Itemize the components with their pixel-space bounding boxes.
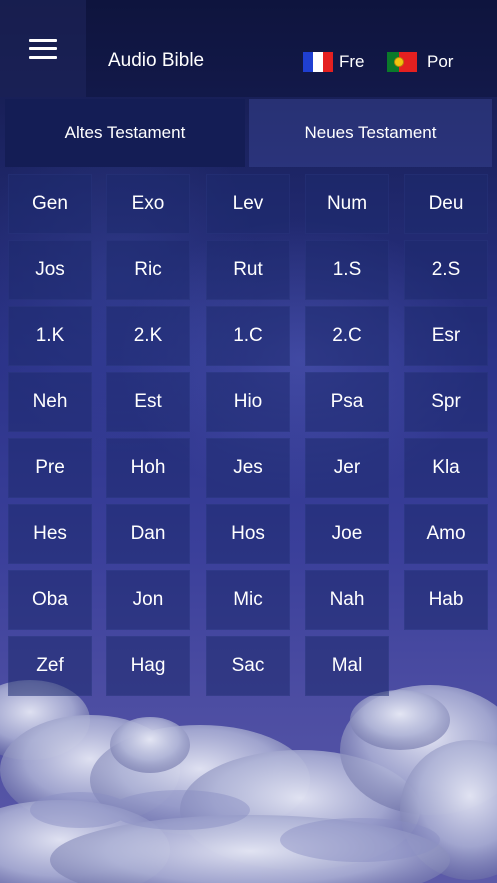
tab-old-testament[interactable]: Altes Testament	[5, 99, 245, 167]
book-button[interactable]: Rut	[206, 240, 290, 300]
book-button[interactable]: Esr	[404, 306, 488, 366]
book-button[interactable]: Jon	[106, 570, 190, 630]
book-button[interactable]: Hos	[206, 504, 290, 564]
book-button[interactable]: Hag	[106, 636, 190, 696]
book-button[interactable]: Hoh	[106, 438, 190, 498]
book-button[interactable]: Spr	[404, 372, 488, 432]
book-button[interactable]: Exo	[106, 174, 190, 234]
book-button[interactable]: Hio	[206, 372, 290, 432]
book-button[interactable]: Amo	[404, 504, 488, 564]
book-button[interactable]: Mal	[305, 636, 389, 696]
book-button[interactable]: Oba	[8, 570, 92, 630]
book-button[interactable]: Hab	[404, 570, 488, 630]
portugal-flag-icon	[387, 52, 417, 72]
language-label-portuguese: Por	[427, 52, 454, 71]
book-button[interactable]: Lev	[206, 174, 290, 234]
book-button[interactable]: Jes	[206, 438, 290, 498]
app-title: Audio Bible	[108, 50, 205, 71]
book-button[interactable]: Est	[106, 372, 190, 432]
book-button[interactable]: Zef	[8, 636, 92, 696]
book-button[interactable]: Neh	[8, 372, 92, 432]
book-button[interactable]: Ric	[106, 240, 190, 300]
france-flag-icon	[303, 52, 333, 72]
book-button[interactable]: Mic	[206, 570, 290, 630]
hamburger-menu-icon	[29, 38, 57, 59]
book-button[interactable]: Num	[305, 174, 389, 234]
book-button[interactable]: 1.S	[305, 240, 389, 300]
book-button[interactable]: 1.K	[8, 306, 92, 366]
book-button[interactable]: 2.S	[404, 240, 488, 300]
language-button-portuguese[interactable]: Por	[387, 52, 453, 72]
language-label-french: Fre	[339, 52, 365, 71]
book-button[interactable]: Joe	[305, 504, 389, 564]
header-bar: Audio Bible Fre Por	[0, 0, 497, 97]
book-button[interactable]: Jer	[305, 438, 389, 498]
book-button[interactable]: Deu	[404, 174, 488, 234]
book-button[interactable]: Pre	[8, 438, 92, 498]
book-button[interactable]: Psa	[305, 372, 389, 432]
tab-new-testament[interactable]: Neues Testament	[249, 99, 492, 167]
book-button[interactable]: Jos	[8, 240, 92, 300]
book-button[interactable]: 2.C	[305, 306, 389, 366]
book-button[interactable]: Hes	[8, 504, 92, 564]
menu-button[interactable]	[0, 0, 86, 97]
book-button[interactable]: Nah	[305, 570, 389, 630]
testament-tabs: Altes Testament Neues Testament	[0, 97, 497, 167]
book-button[interactable]: Sac	[206, 636, 290, 696]
language-button-french[interactable]: Fre	[303, 52, 365, 72]
book-button[interactable]: Gen	[8, 174, 92, 234]
book-button[interactable]: Kla	[404, 438, 488, 498]
book-button[interactable]: 2.K	[106, 306, 190, 366]
book-button[interactable]: 1.C	[206, 306, 290, 366]
book-button[interactable]: Dan	[106, 504, 190, 564]
